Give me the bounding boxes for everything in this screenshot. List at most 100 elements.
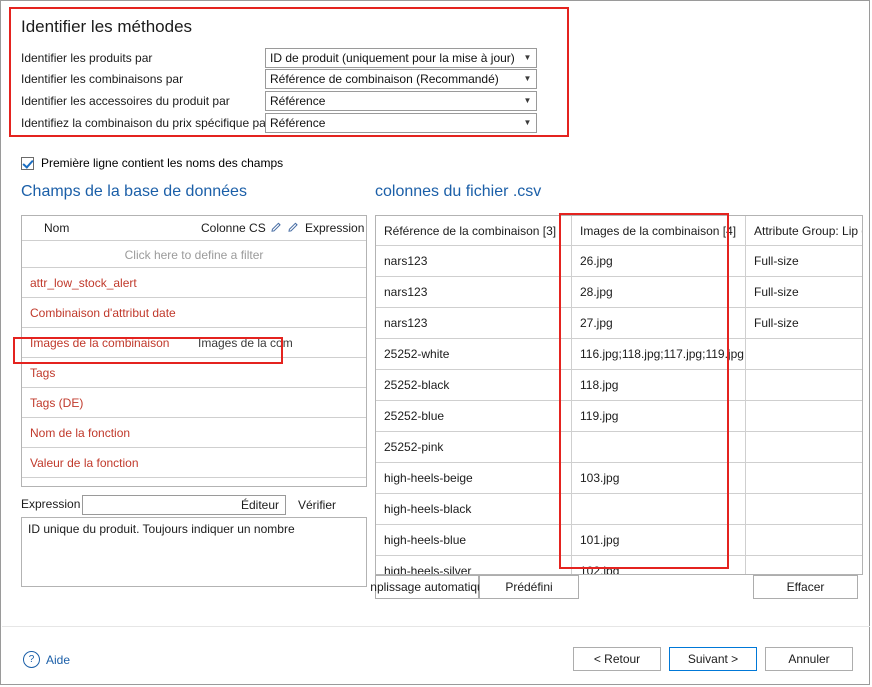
- list-item[interactable]: attr_low_stock_alert: [22, 268, 366, 298]
- select-identify-combinations-value: Référence de combinaison (Recommandé): [270, 72, 499, 86]
- csv-header-row: Référence de la combinaison [3] Images d…: [376, 216, 862, 246]
- cell: 25252-blue: [376, 400, 572, 432]
- select-identify-specific-price[interactable]: Référence ▼: [265, 113, 537, 133]
- list-item[interactable]: Valeur de la fonction: [22, 448, 366, 478]
- cell: 101.jpg: [571, 524, 746, 556]
- cell: [745, 400, 862, 432]
- predefined-button[interactable]: Prédéfini: [479, 575, 579, 599]
- cell: [745, 338, 862, 370]
- next-button-label: Suivant >: [687, 652, 739, 666]
- cell: high-heels-blue: [376, 524, 572, 556]
- field-name: Tags (DE): [30, 396, 84, 410]
- cell: [745, 493, 862, 525]
- cell: Full-size: [745, 307, 862, 339]
- chevron-down-icon: ▼: [523, 96, 532, 105]
- cell: high-heels-beige: [376, 462, 572, 494]
- cell: high-heels-black: [376, 493, 572, 525]
- db-fields-header: Nom Colonne CS Expression: [22, 216, 366, 241]
- cell: 26.jpg: [571, 245, 746, 277]
- field-name: Images de la combinaison: [30, 336, 170, 350]
- cell: 102.jpg: [571, 555, 746, 574]
- header-expression: Expression: [305, 221, 365, 235]
- table-row[interactable]: nars123 28.jpg Full-size: [376, 276, 862, 308]
- verify-button[interactable]: Vérifier: [298, 498, 336, 512]
- dialog-window: Identifier les méthodes Identifier les p…: [0, 0, 870, 685]
- list-item[interactable]: Tags (DE): [22, 388, 366, 418]
- cell: [745, 555, 862, 574]
- cell: 25252-pink: [376, 431, 572, 463]
- list-item[interactable]: Combinaison d'attribut date: [22, 298, 366, 328]
- cell: 25252-black: [376, 369, 572, 401]
- question-mark-icon: ?: [23, 651, 40, 668]
- table-row[interactable]: 25252-pink: [376, 431, 862, 463]
- db-fields-heading: Champs de la base de données: [21, 183, 247, 200]
- csv-columns-heading: colonnes du fichier .csv: [375, 183, 542, 200]
- autofill-button[interactable]: nplissage automatiqu: [370, 575, 484, 599]
- header-column: Colonne CS: [201, 221, 266, 235]
- next-button[interactable]: Suivant >: [669, 647, 757, 671]
- csv-columns-panel[interactable]: Référence de la combinaison [3] Images d…: [375, 215, 863, 575]
- editor-button[interactable]: Éditeur: [241, 498, 279, 512]
- table-row[interactable]: high-heels-beige 103.jpg: [376, 462, 862, 494]
- list-item[interactable]: Nom de la fonction: [22, 418, 366, 448]
- select-identify-accessories[interactable]: Référence ▼: [265, 91, 537, 111]
- table-row[interactable]: nars123 26.jpg Full-size: [376, 245, 862, 277]
- label-identify-accessories: Identifier les accessoires du produit pa…: [21, 94, 230, 108]
- methods-title: Identifier les méthodes: [21, 17, 193, 36]
- edit-column-pencil-icon[interactable]: [271, 221, 282, 235]
- db-fields-panel: Nom Colonne CS Expression Click here to …: [21, 215, 367, 487]
- footer-divider: [2, 626, 870, 627]
- table-row[interactable]: high-heels-silver 102.jpg: [376, 555, 862, 574]
- cell: nars123: [376, 307, 572, 339]
- help-label: Aide: [46, 652, 71, 667]
- cell: 116.jpg;118.jpg;117.jpg;119.jpg: [571, 338, 746, 370]
- label-identify-specific-price: Identifiez la combinaison du prix spécif…: [21, 116, 270, 130]
- cell: Full-size: [745, 276, 862, 308]
- help-link[interactable]: ? Aide: [23, 651, 70, 668]
- back-button-label: < Retour: [593, 652, 641, 666]
- field-name: Tags: [30, 366, 56, 380]
- table-row[interactable]: high-heels-black: [376, 493, 862, 525]
- list-item[interactable]: Tags: [22, 358, 366, 388]
- cell: 103.jpg: [571, 462, 746, 494]
- first-line-checkbox-row[interactable]: Première ligne contient les noms des cha…: [21, 156, 283, 170]
- cell: Full-size: [745, 245, 862, 277]
- csv-column-header[interactable]: Référence de la combinaison [3]: [376, 216, 572, 246]
- cell: [745, 462, 862, 494]
- cell: high-heels-silver: [376, 555, 572, 574]
- header-name: Nom: [44, 221, 70, 235]
- edit-expression-pencil-icon[interactable]: [288, 221, 299, 235]
- table-row[interactable]: 25252-black 118.jpg: [376, 369, 862, 401]
- table-row[interactable]: nars123 27.jpg Full-size: [376, 307, 862, 339]
- field-name: attr_low_stock_alert: [30, 276, 137, 290]
- chevron-down-icon: ▼: [523, 118, 532, 127]
- field-name: Valeur de la fonction: [30, 456, 139, 470]
- cancel-button[interactable]: Annuler: [765, 647, 853, 671]
- table-row[interactable]: high-heels-blue 101.jpg: [376, 524, 862, 556]
- chevron-down-icon: ▼: [523, 74, 532, 83]
- csv-column-header[interactable]: Attribute Group: Lip glo: [745, 216, 862, 246]
- select-identify-products[interactable]: ID de produit (uniquement pour la mise à…: [265, 48, 537, 68]
- cell: [745, 369, 862, 401]
- csv-column-header[interactable]: Images de la combinaison [4]: [571, 216, 746, 246]
- label-identify-combinations: Identifier les combinaisons par: [21, 72, 184, 86]
- first-line-checkbox[interactable]: [21, 156, 34, 170]
- cell: 25252-white: [376, 338, 572, 370]
- cell: nars123: [376, 276, 572, 308]
- clear-button[interactable]: Effacer: [753, 575, 858, 599]
- expression-label: Expression: [21, 497, 81, 511]
- back-button[interactable]: < Retour: [573, 647, 661, 671]
- expression-description: ID unique du produit. Toujours indiquer …: [21, 517, 367, 587]
- select-identify-specific-price-value: Référence: [270, 116, 326, 130]
- list-item[interactable]: Images de la combinaison Images de la co…: [22, 328, 366, 358]
- define-filter-row[interactable]: Click here to define a filter: [22, 242, 366, 268]
- csv-table: Référence de la combinaison [3] Images d…: [376, 216, 862, 574]
- table-row[interactable]: 25252-blue 119.jpg: [376, 400, 862, 432]
- label-identify-products: Identifier les produits par: [21, 51, 153, 65]
- cancel-button-label: Annuler: [788, 652, 830, 666]
- cell: [571, 431, 746, 463]
- select-identify-combinations[interactable]: Référence de combinaison (Recommandé) ▼: [265, 69, 537, 89]
- field-name: Nom de la fonction: [30, 426, 131, 440]
- cell: [745, 431, 862, 463]
- table-row[interactable]: 25252-white 116.jpg;118.jpg;117.jpg;119.…: [376, 338, 862, 370]
